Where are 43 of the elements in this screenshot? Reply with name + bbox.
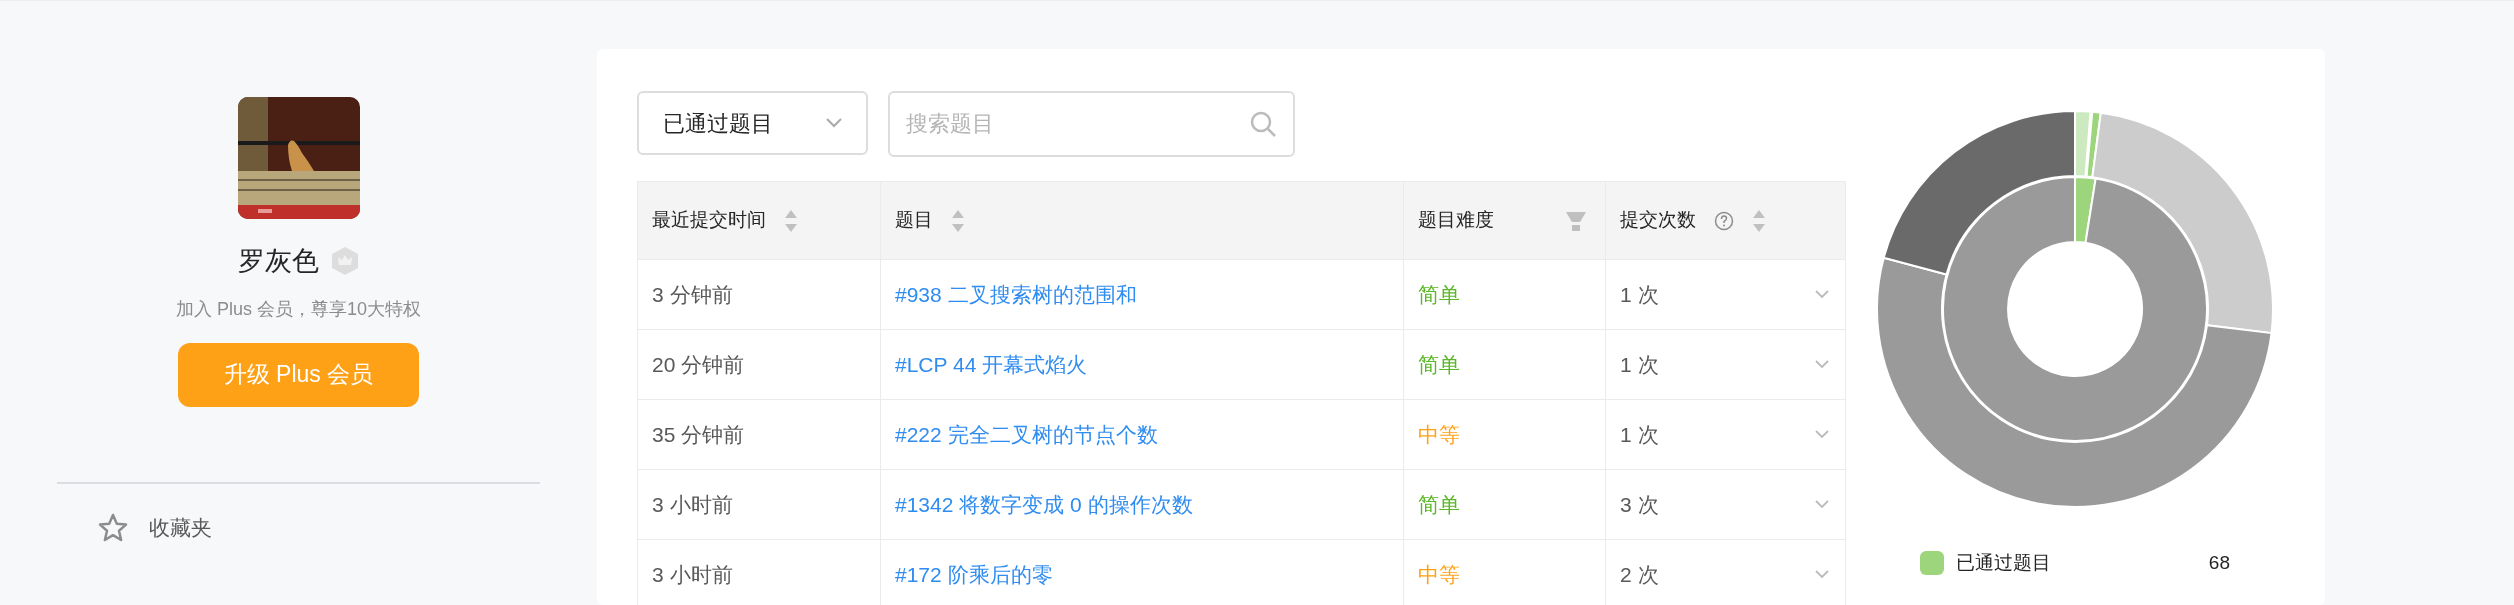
table-cell-text: 1 次 (1620, 351, 1659, 378)
legend-count: 68 (2208, 551, 2230, 575)
help-icon (1714, 210, 1734, 231)
chevron-down-icon[interactable] (1815, 290, 1829, 299)
chevron-down-icon[interactable] (1815, 360, 1829, 369)
table-cell: 35 分钟前 (652, 422, 745, 446)
problem-link[interactable]: #222 完全二叉树的节点个数 (895, 422, 1158, 446)
chevron-down-icon[interactable] (1815, 430, 1829, 439)
table-cell: 20 分钟前 (652, 352, 745, 376)
table-cell-text: 1 次 (1620, 421, 1659, 448)
menu-item[interactable]: 收藏夹 (97, 511, 540, 544)
difficulty-label: 简单 (1418, 352, 1460, 376)
problem-link[interactable]: #LCP 44 开幕式焰火 (895, 352, 1088, 376)
filter-dropdown[interactable]: 已通过题目 (637, 91, 868, 155)
table-cell-text: 2 次 (1620, 561, 1659, 588)
legend-label: 已通过题目 (1956, 551, 2051, 575)
table-cell: 3 分钟前 (652, 282, 733, 306)
filter-icon (1565, 209, 1587, 232)
column-header: 提交次数 (1620, 208, 1696, 233)
crown-badge-icon (331, 246, 359, 277)
table-cell: 3 小时前 (652, 562, 733, 586)
problem-link[interactable]: #1342 将数字变成 0 的操作次数 (895, 492, 1193, 516)
search-icon (1249, 110, 1277, 138)
table-cell: 3 小时前 (652, 492, 733, 516)
search-field[interactable]: 搜索题目 (888, 91, 1295, 157)
column-header: 题目 (895, 208, 933, 233)
chevron-down-icon[interactable] (1815, 500, 1829, 509)
chevron-down-icon[interactable] (1815, 570, 1829, 579)
difficulty-label: 中等 (1418, 562, 1460, 586)
table-cell-text: 3 次 (1620, 491, 1659, 518)
difficulty-label: 中等 (1418, 422, 1460, 446)
difficulty-label: 简单 (1418, 282, 1460, 306)
column-header: 最近提交时间 (652, 208, 766, 233)
upgrade-button[interactable]: 升级 Plus 会员 (178, 342, 419, 407)
problem-link[interactable]: #938 二叉搜索树的范围和 (895, 282, 1137, 306)
chevron-down-icon (826, 118, 842, 128)
difficulty-label: 简单 (1418, 492, 1460, 516)
table-cell-text: 1 次 (1620, 281, 1659, 308)
star-icon (97, 511, 129, 544)
column-header: 题目难度 (1418, 208, 1494, 233)
user-name: 罗灰色 (238, 245, 319, 278)
problem-link[interactable]: #172 阶乘后的零 (895, 562, 1053, 586)
promo-text: 加入 Plus 会员，尊享10大特权 (175, 297, 421, 321)
